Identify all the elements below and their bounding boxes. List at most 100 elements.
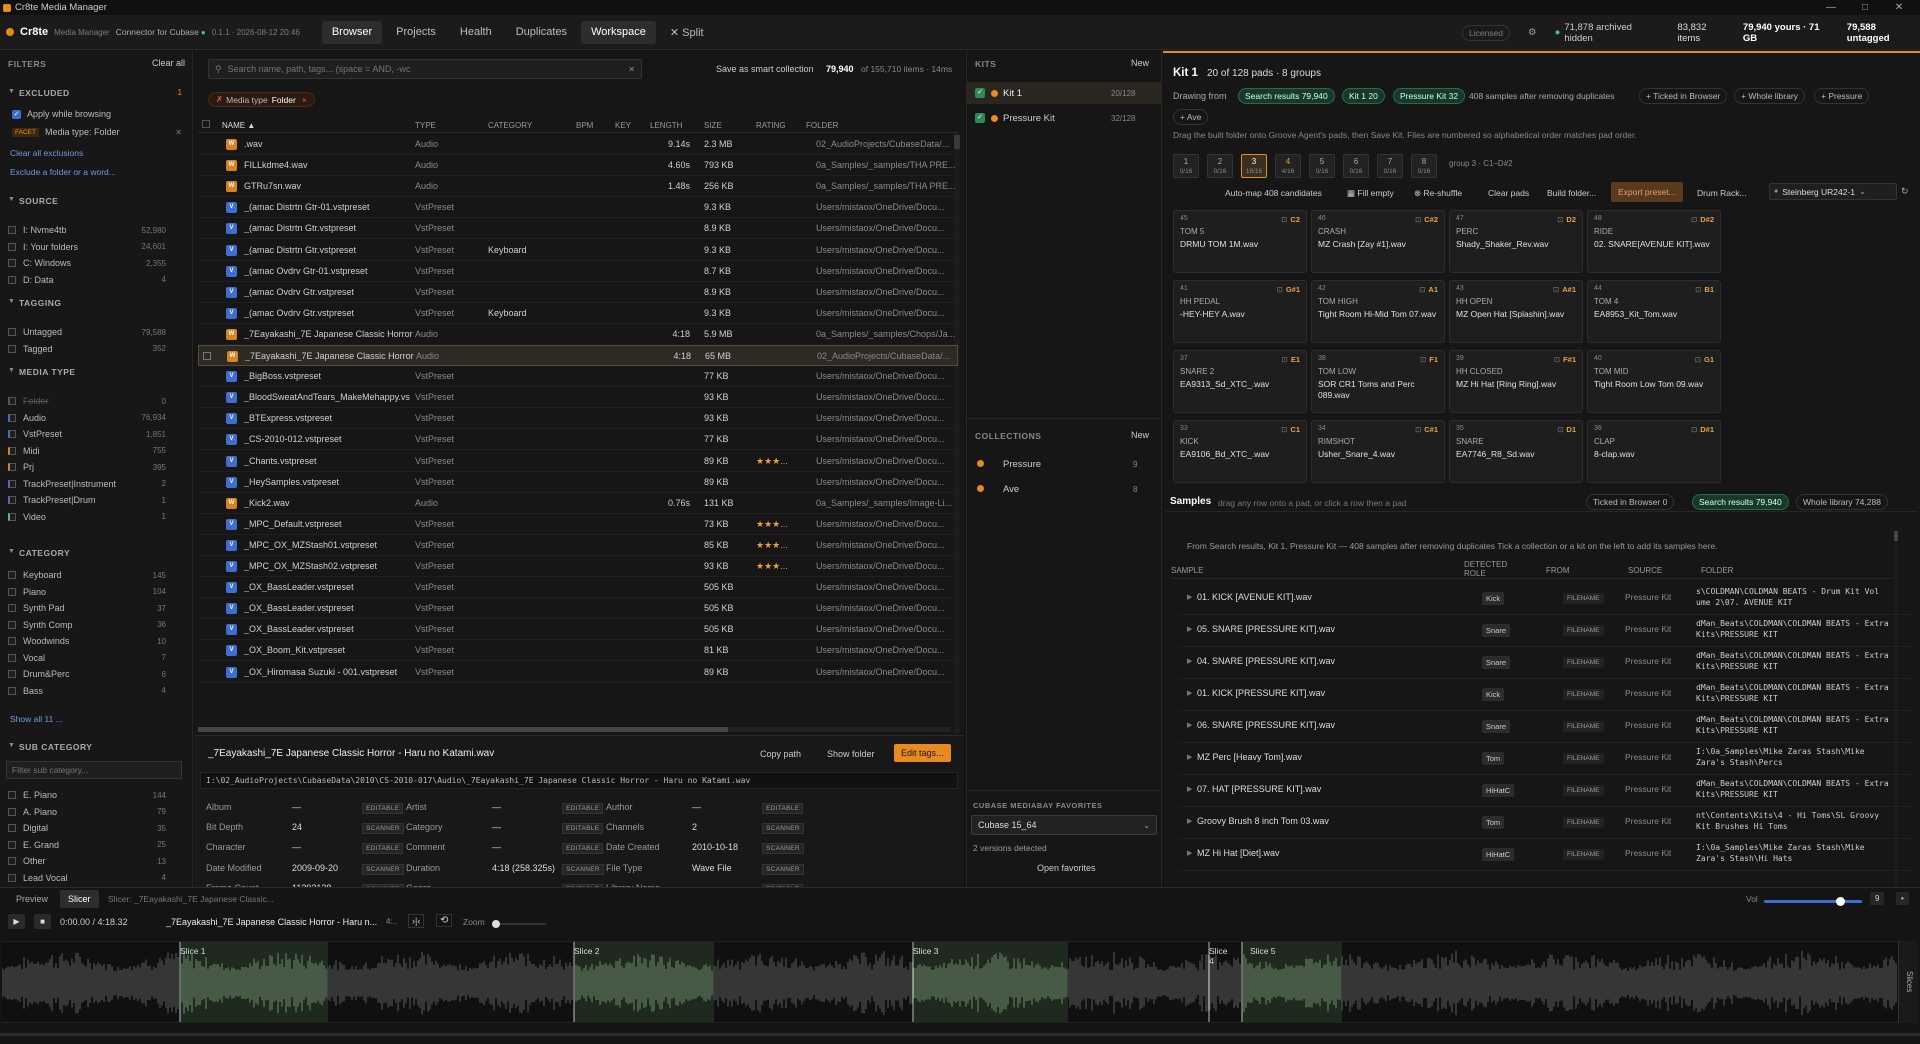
tab-slicer[interactable]: Slicer [60,890,99,908]
pad-lock-icon[interactable]: ⊡ [1415,425,1421,434]
clear-exclusions-link[interactable]: Clear all exclusions [10,148,83,158]
col-bpm[interactable]: BPM [576,121,593,130]
drum-pad[interactable]: 35 ⊡ D1 SNARE EA7746_R8_Sd.wav [1449,420,1583,483]
search-input[interactable] [227,64,629,74]
kit-item-2[interactable]: ✓ Pressure Kit 32/128 [967,107,1161,129]
checkbox[interactable] [8,571,16,579]
drum-pad[interactable]: 46 ⊡ C#2 CRASH MZ Crash [Zay #1].wav [1311,210,1445,273]
filter-option[interactable]: TrackPreset|Drum 1 [8,493,166,507]
expand-chevron-icon[interactable]: ▶ [1187,657,1192,665]
table-h-scrollbar[interactable] [198,727,950,732]
pad-lock-icon[interactable]: ⊡ [1554,355,1560,364]
table-row[interactable]: V _BigBoss.vstpreset VstPreset 77 KB Users/m… [198,366,958,388]
checkbox[interactable] [8,670,16,678]
show-all-categories-link[interactable]: Show all 11 ... [10,714,63,724]
table-row[interactable]: W _7Eayakashi_7E Japanese Classic Horror A… [198,324,958,345]
checkbox-checked-icon[interactable]: ✓ [975,88,985,98]
zoom-slider[interactable] [492,920,546,928]
copy-path-button[interactable]: Copy path [760,749,801,759]
checkbox[interactable] [8,807,16,816]
checkbox[interactable] [8,479,16,488]
filter-option[interactable]: Other 13 [8,854,166,868]
drum-pad[interactable]: 37 ⊡ E1 SNARE 2 EA9313_Sd_XTC_.wav [1173,350,1307,413]
add-ticked-in-browser[interactable]: + Ticked in Browser [1639,88,1728,104]
checkbox[interactable] [8,791,16,799]
sample-row[interactable]: ▶ 01. KICK [PRESSURE KIT].wav Kick FILENAME… [1180,679,1910,711]
table-row[interactable]: V _MPC_Default.vstpreset VstPreset 73 KB ★★★… [198,514,958,535]
checkbox-checked-icon[interactable]: ✓ [975,113,985,123]
table-row[interactable]: V _Chants.vstpreset VstPreset 89 KB ★★★... Us… [198,451,958,472]
drum-pad[interactable]: 44 ⊡ B1 TOM 4 EA8953_Kit_Tom.wav [1587,280,1721,343]
add-whole-library[interactable]: + Whole library [1734,88,1805,104]
filter-option[interactable]: Woodwinds 10 [8,634,166,648]
tab-projects[interactable]: Projects [386,21,446,44]
untagged-count[interactable]: 79,588 untagged [1847,22,1920,44]
media-type-section-header[interactable]: ▼ MEDIA TYPE [8,367,76,377]
drum-pad[interactable]: 41 ⊡ G#1 HH PEDAL -HEY-HEY A.wav [1173,280,1307,343]
pad-lock-icon[interactable]: ⊡ [1691,215,1697,224]
open-favorites-button[interactable]: Open favorites [1037,863,1096,873]
table-row[interactable]: V _OX_Boom_Kit.vstpreset VstPreset 81 KB Use… [198,640,958,662]
col-length[interactable]: LENGTH [650,121,682,130]
minimize-button[interactable]: — [1816,0,1846,15]
audio-device-select[interactable]: ● Steinberg UR242-1 ⌄ [1769,183,1897,200]
pad-lock-icon[interactable]: ⊡ [1419,285,1425,294]
filter-option[interactable]: Piano 104 [8,585,166,599]
settings-icon[interactable]: ⚙ [1528,27,1537,38]
col-name[interactable]: NAME ▲ [222,121,255,130]
source-chip-kit1[interactable]: Kit 1 20 [1342,88,1385,104]
filter-option[interactable]: VstPreset 1,851 [8,427,166,441]
drum-pad[interactable]: 36 ⊡ D#1 CLAP 8-clap.wav [1587,420,1721,483]
col-detected-role[interactable]: DETECTED ROLE [1464,560,1514,578]
table-row[interactable]: V _BloodSweatAndTears_MakeMehappy.vs VstPr… [198,387,958,409]
filter-option[interactable]: A. Piano 79 [8,805,166,819]
checkbox[interactable] [8,344,16,353]
slice-2-label[interactable]: Slice 2 [574,946,600,956]
expand-chevron-icon[interactable]: ▶ [1187,593,1192,601]
table-row[interactable]: V _CS-2010-012.vstpreset VstPreset 77 KB Use… [198,429,958,451]
expand-chevron-icon[interactable]: ▶ [1187,849,1192,857]
table-row[interactable]: W _7Eayakashi_7E Japanese Classic Horror A… [198,345,958,366]
auto-map-button[interactable]: Auto-map 408 candidates [1225,188,1322,198]
checkbox[interactable] [8,413,16,422]
sample-row[interactable]: ▶ 04. SNARE [PRESSURE KIT].wav Snare FILENA… [1180,647,1910,679]
filter-option[interactable]: D: Data 4 [8,273,166,287]
source-chip-search[interactable]: Search results 79,940 [1238,88,1335,104]
checkbox[interactable] [8,259,16,267]
checkbox[interactable] [8,446,16,455]
ticked-in-browser-button[interactable]: Ticked in Browser 0 [1586,494,1675,510]
table-row[interactable]: V _BTExpress.vstpreset VstPreset 93 KB Users… [198,408,958,430]
expand-chevron-icon[interactable]: ▶ [1187,785,1192,793]
expand-chevron-icon[interactable]: ▶ [1187,753,1192,761]
filter-option[interactable]: Folder 0 [8,394,166,408]
play-button[interactable]: ▶ [8,914,25,929]
pad-lock-icon[interactable]: ⊡ [1695,285,1701,294]
checkbox[interactable] [8,604,16,612]
volume-slider[interactable] [1764,897,1862,906]
filter-option[interactable]: Audio 76,934 [8,411,166,425]
table-row[interactable]: W _Kick2.wav Audio 0.76s 131 KB 0a_Samples/_s… [198,493,958,514]
filter-option[interactable]: Bass 4 [8,684,166,698]
search-results-button[interactable]: Search results 79,940 [1692,494,1789,510]
checkbox[interactable] [8,653,16,662]
maximize-button[interactable]: □ [1850,0,1880,15]
pad-group-button[interactable]: 3 16/16 [1241,154,1267,178]
close-button[interactable]: ✕ [1884,0,1914,15]
pad-group-button[interactable]: 7 0/16 [1377,154,1403,178]
drum-pad[interactable]: 47 ⊡ D2 PERC Shady_Shaker_Rev.wav [1449,210,1583,273]
checkbox[interactable] [8,873,16,882]
checkbox[interactable] [8,587,16,596]
drum-pad[interactable]: 33 ⊡ C1 KICK EA9106_Bd_XTC_.wav [1173,420,1307,483]
filter-option[interactable]: TrackPreset|Instrument 2 [8,477,166,491]
col-from[interactable]: FROM [1546,566,1570,575]
col-rating[interactable]: RATING [756,121,786,130]
col-type[interactable]: TYPE [415,121,436,130]
tab-workspace[interactable]: Workspace [581,20,656,44]
expand-chevron-icon[interactable]: ▶ [1187,689,1192,697]
checkbox[interactable] [8,226,16,234]
add-ave[interactable]: + Ave [1173,109,1209,125]
show-folder-button[interactable]: Show folder [827,749,875,759]
col-sample[interactable]: SAMPLE [1171,566,1203,575]
filter-option[interactable]: Video 1 [8,510,166,524]
slice-4-label[interactable]: Slice 4 [1209,946,1229,966]
